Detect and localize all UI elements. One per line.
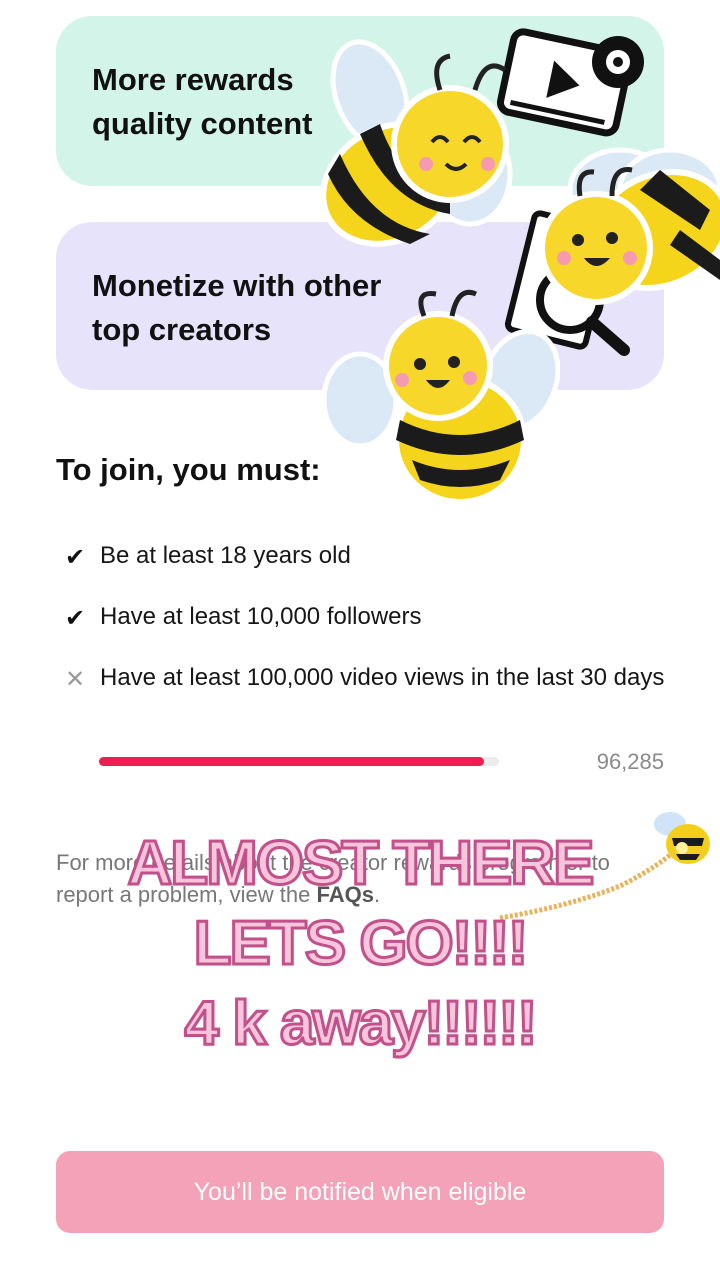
requirement-text: Be at least 18 years old (100, 542, 351, 569)
bee-sticker (320, 39, 513, 247)
views-progress-fill (99, 757, 485, 766)
check-icon: ✔ (64, 544, 86, 571)
x-icon: ✕ (64, 666, 86, 693)
notify-eligible-button[interactable]: You’ll be notified when eligible (56, 1151, 664, 1233)
requirement-text: Have at least 10,000 followers (100, 603, 422, 630)
requirement-text: Have at least 100,000 video views in the… (100, 664, 665, 691)
overlay-caption-line1: ALMOST THERE (126, 828, 596, 900)
overlay-caption-line2: LETS GO!!!! (192, 908, 530, 980)
requirements-title: To join, you must: (56, 452, 321, 487)
check-icon: ✔ (64, 605, 86, 632)
views-progress-value: 96,285 (596, 749, 664, 774)
overlay-caption-line3: 4 k away!!!!!! (183, 988, 539, 1060)
rewards-card-text: More rewards quality content (92, 62, 313, 141)
bee-sticker-3 (321, 289, 560, 505)
views-progress-bar (99, 757, 499, 766)
